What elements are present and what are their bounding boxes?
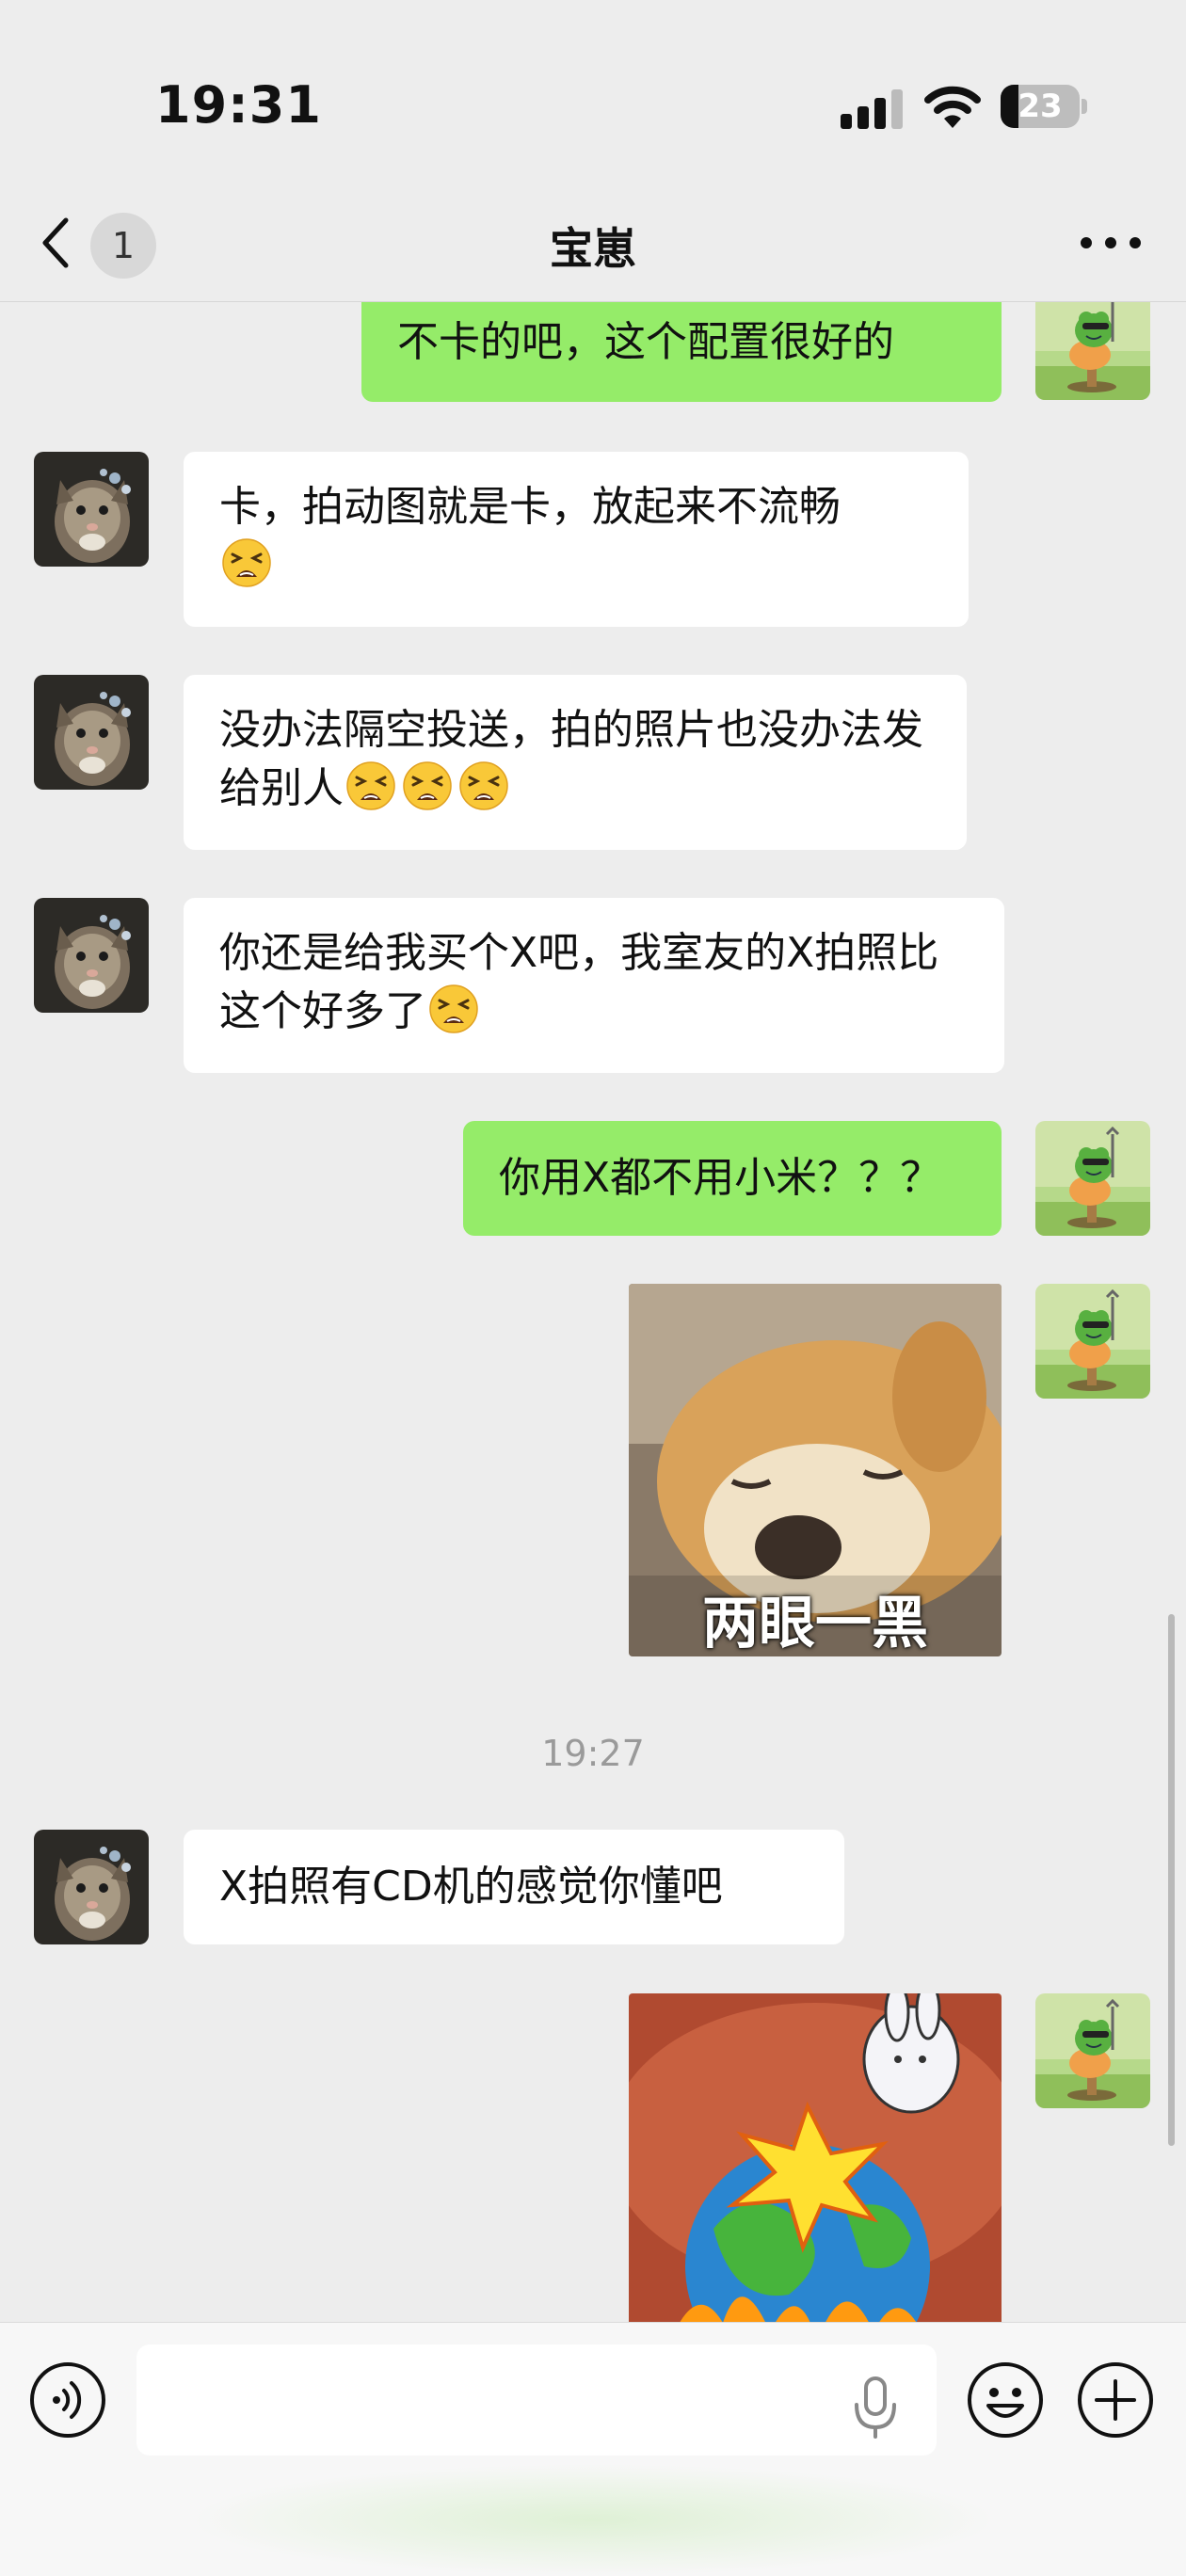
message-text: 卡，拍动图就是卡，放起来不流畅 (219, 483, 841, 531)
my-avatar[interactable] (1035, 1993, 1150, 2108)
tired-face-emoji (345, 760, 396, 811)
microphone-icon[interactable] (847, 2375, 904, 2440)
message-text: 没办法隔空投送，拍的照片也没办法发给别人 (219, 706, 923, 812)
shiba-dog-sticker[interactable]: 两眼一黑 (629, 1284, 1002, 1656)
incoming-message[interactable]: 你还是给我买个X吧，我室友的X拍照比这个好多了 (184, 898, 1004, 1073)
my-avatar[interactable] (1035, 1284, 1150, 1399)
timestamp: 19:27 (541, 1733, 645, 1774)
outgoing-message[interactable]: 不卡的吧，这个配置很好的 (361, 302, 1002, 402)
cellular-signal-icon (841, 89, 903, 129)
contact-avatar[interactable] (34, 452, 149, 567)
more-dots-icon[interactable] (1073, 224, 1148, 262)
status-time: 19:31 (155, 75, 322, 135)
incoming-message[interactable]: 卡，拍动图就是卡，放起来不流畅 (184, 452, 969, 627)
incoming-message[interactable]: 没办法隔空投送，拍的照片也没办法发给别人 (184, 675, 967, 850)
tired-face-emoji (458, 760, 509, 811)
emoji-icon[interactable] (966, 2360, 1045, 2440)
status-bar: 19:31 23 (0, 0, 1186, 169)
contact-avatar[interactable] (34, 675, 149, 790)
exploding-earth-rabbit-sticker[interactable] (629, 1993, 1002, 2322)
wifi-icon (924, 86, 981, 128)
chat-scrollbar[interactable] (1168, 1614, 1175, 2146)
my-avatar[interactable] (1035, 302, 1150, 400)
input-bar (0, 2322, 1186, 2576)
chat-title: 宝崽 (550, 223, 636, 274)
tired-face-emoji (221, 537, 272, 588)
battery-percent: 23 (1018, 88, 1063, 125)
tired-face-emoji (428, 984, 479, 1034)
exploding-earth-icon (629, 1993, 1002, 2322)
sticker-caption: 两眼一黑 (702, 1591, 928, 1656)
message-text: X拍照有CD机的感觉你懂吧 (219, 1863, 723, 1911)
plus-icon[interactable] (1076, 2360, 1155, 2440)
outgoing-message[interactable]: 你用X都不用小米？？？ (463, 1121, 1002, 1236)
contact-avatar[interactable] (34, 1830, 149, 1944)
chat-header: 1 宝崽 (0, 179, 1186, 302)
incoming-message[interactable]: X拍照有CD机的感觉你懂吧 (184, 1830, 844, 1944)
message-text: 你还是给我买个X吧，我室友的X拍照比这个好多了 (219, 929, 939, 1035)
message-list[interactable]: 不卡的吧，这个配置很好的 卡，拍动图就是卡，放起来不流畅 没办法隔空投送，拍的照… (0, 302, 1186, 2322)
battery-icon: 23 (1001, 85, 1087, 130)
message-text: 不卡的吧，这个配置很好的 (397, 318, 894, 366)
voice-icon[interactable] (28, 2360, 107, 2440)
message-input[interactable] (136, 2344, 937, 2456)
my-avatar[interactable] (1035, 1121, 1150, 1236)
tired-face-emoji (402, 760, 453, 811)
contact-avatar[interactable] (34, 898, 149, 1013)
home-indicator-area (188, 2464, 998, 2576)
message-text: 你用X都不用小米？？？ (499, 1154, 942, 1202)
